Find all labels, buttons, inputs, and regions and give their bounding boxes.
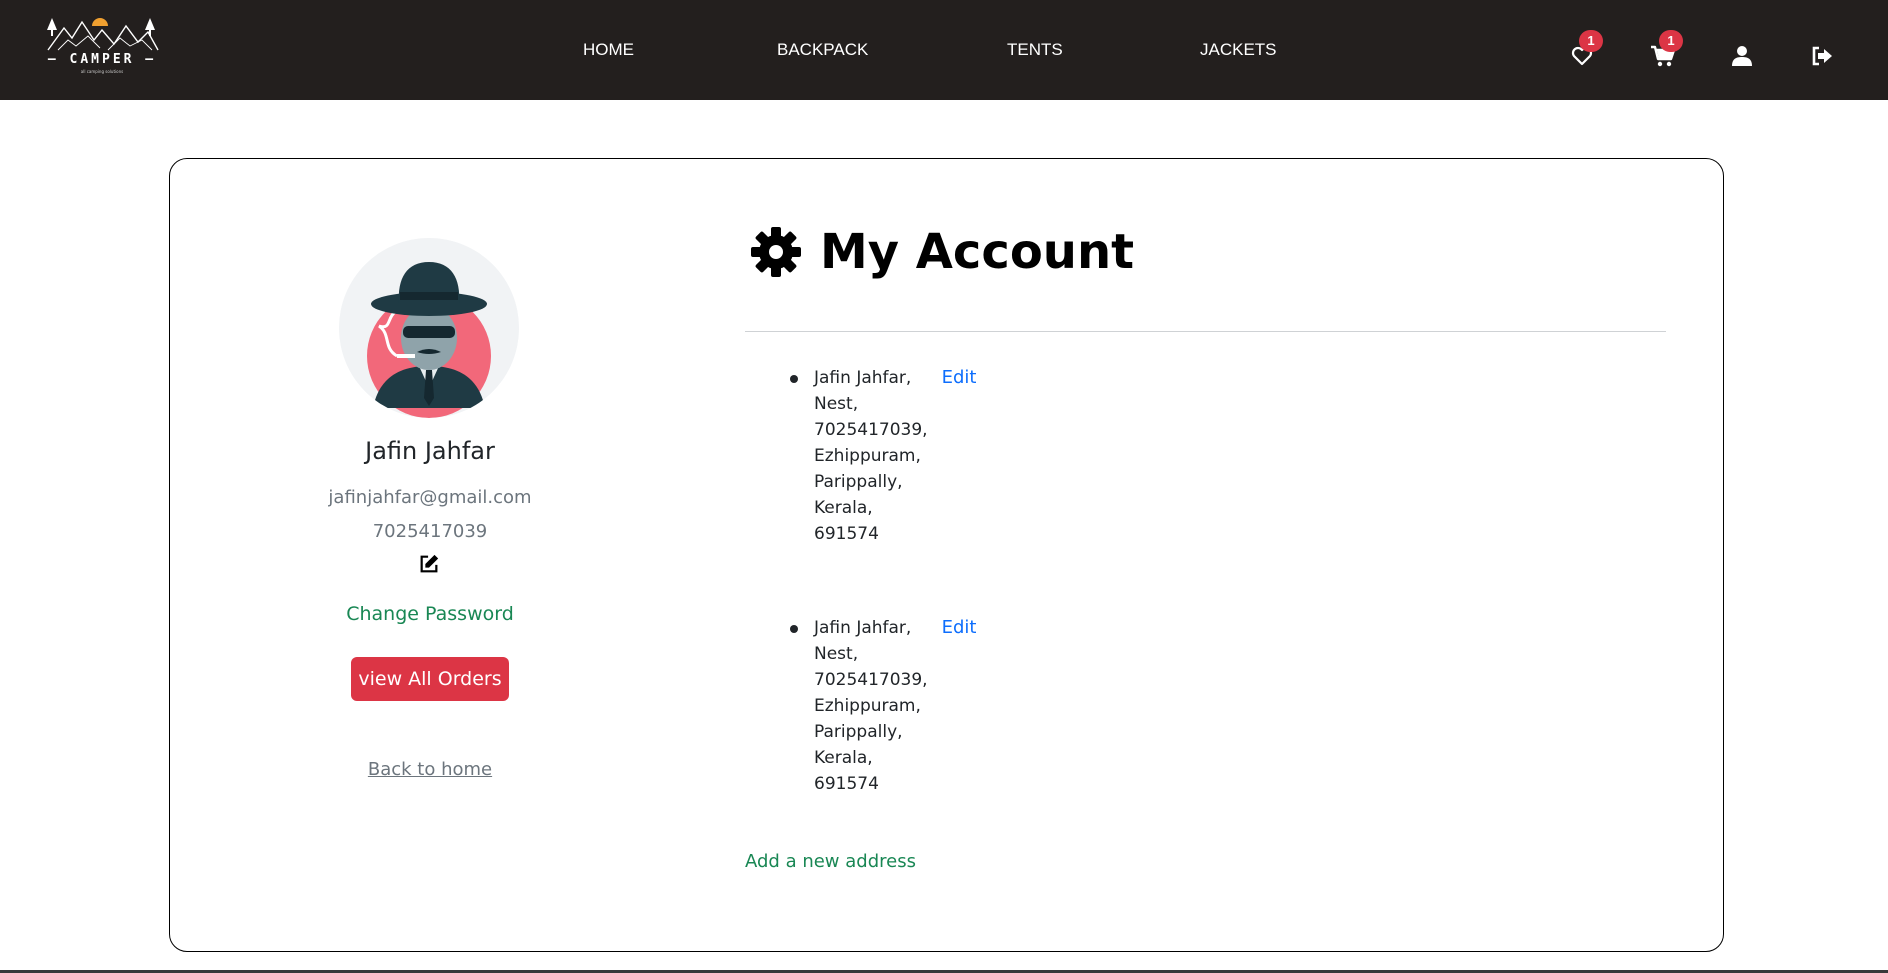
user-icon (1732, 46, 1752, 66)
address-item: Jafin Jahfar, Nest, 7025417039, Ezhippur… (790, 615, 1090, 797)
user-email: jafinjahfar@gmail.com (328, 487, 532, 508)
page-title: My Account (750, 217, 1134, 287)
view-all-orders-button[interactable]: view All Orders (351, 657, 509, 701)
user-phone: 7025417039 (372, 521, 488, 542)
detective-avatar-icon (339, 238, 519, 418)
address-text: Jafin Jahfar, Nest, 7025417039, Ezhippur… (814, 618, 928, 794)
nav-tents[interactable]: TENTS (1007, 40, 1063, 60)
change-password-link[interactable]: Change Password (170, 603, 690, 625)
my-account-heading: My Account (820, 224, 1135, 280)
list-bullet (790, 625, 798, 633)
edit-address-button[interactable]: Edit (942, 615, 977, 797)
cart-button[interactable]: 1 (1650, 30, 1683, 70)
brand-tagline: all camping solutions (80, 69, 124, 74)
nav-home[interactable]: HOME (583, 40, 634, 60)
address-text: Jafin Jahfar, Nest, 7025417039, Ezhippur… (814, 368, 928, 544)
nav-backpack[interactable]: BACKPACK (777, 40, 868, 60)
back-to-home-link[interactable]: Back to home (170, 759, 690, 780)
camper-logo[interactable]: – CAMPER – all camping solutions (38, 14, 166, 78)
list-bullet (790, 375, 798, 383)
brand-name: – CAMPER – (47, 52, 157, 67)
cart-count-badge: 1 (1659, 30, 1683, 52)
user-name: Jafin Jahfar (365, 437, 495, 465)
logout-button[interactable] (1810, 44, 1836, 70)
divider (745, 331, 1666, 332)
profile-panel: Jafin Jahfar jafinjahfar@gmail.com 70254… (170, 159, 690, 951)
wishlist-count-badge: 1 (1579, 30, 1603, 52)
edit-address-button[interactable]: Edit (942, 365, 977, 547)
address-item: Jafin Jahfar, Nest, 7025417039, Ezhippur… (790, 365, 1090, 547)
account-button[interactable] (1730, 44, 1756, 70)
wishlist-button[interactable]: 1 (1570, 30, 1603, 70)
account-card: Jafin Jahfar jafinjahfar@gmail.com 70254… (169, 158, 1724, 952)
avatar (339, 238, 519, 418)
mountain-logo-icon (47, 18, 159, 51)
top-navbar: – CAMPER – all camping solutions HOME BA… (0, 0, 1888, 100)
gear-icon (751, 227, 801, 277)
edit-profile-button[interactable] (418, 553, 440, 575)
add-new-address-link[interactable]: Add a new address (745, 851, 916, 872)
edit-icon (420, 554, 439, 573)
nav-jackets[interactable]: JACKETS (1200, 40, 1277, 60)
logout-icon (1812, 46, 1832, 66)
